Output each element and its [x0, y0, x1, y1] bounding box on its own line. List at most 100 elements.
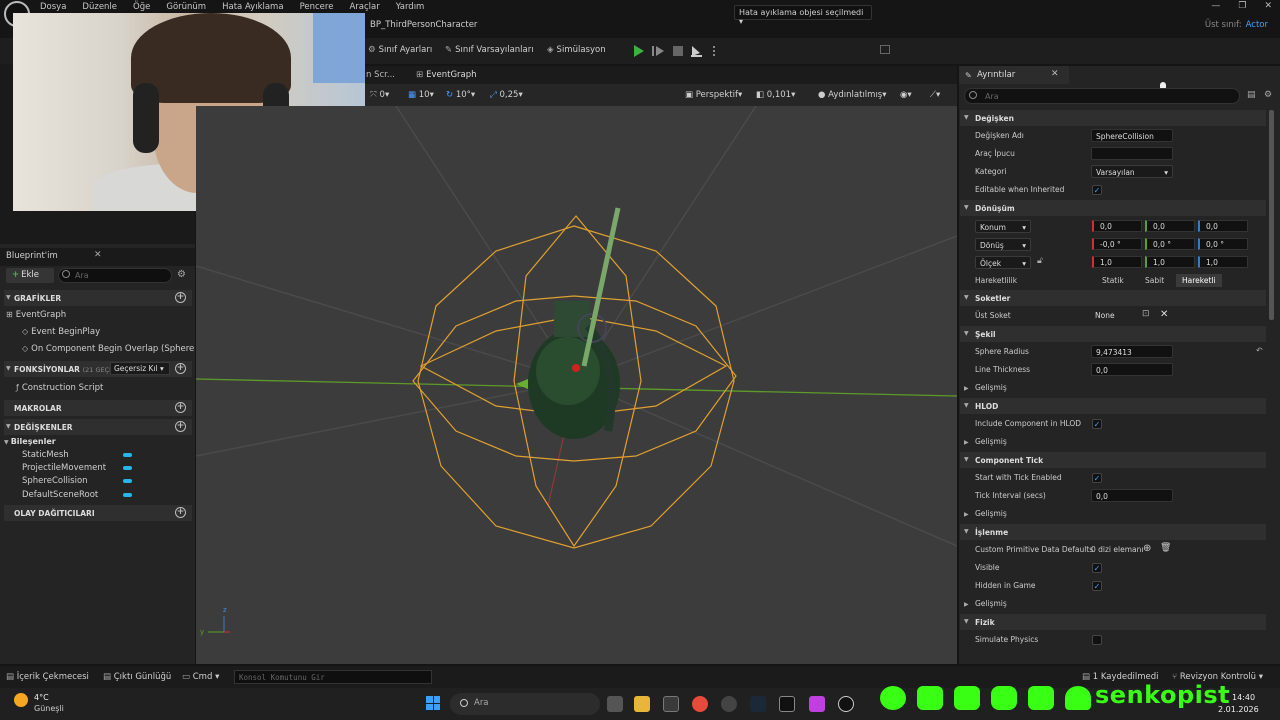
- tab-details[interactable]: Ayrıntılar ✕: [959, 66, 1069, 84]
- graph-item-overlap[interactable]: ◇ On Component Begin Overlap (SphereCol: [22, 344, 194, 354]
- clear-icon[interactable]: ✕: [1160, 309, 1168, 320]
- windows-start-icon[interactable]: [426, 696, 440, 710]
- hlod-advanced-toggle[interactable]: Gelişmiş: [975, 437, 1007, 446]
- menu-tools[interactable]: Araçlar: [349, 2, 379, 12]
- scale-z-field[interactable]: 1,0: [1198, 256, 1248, 268]
- add-dispatcher-icon[interactable]: +: [175, 507, 186, 518]
- section-event-dispatchers[interactable]: OLAY DAĞITICILARI +: [4, 505, 192, 521]
- unreal-taskbar-icon[interactable]: [838, 696, 854, 712]
- section-sockets[interactable]: ▼ Soketler: [960, 290, 1266, 306]
- folder-icon[interactable]: [880, 45, 890, 54]
- start-tick-checkbox[interactable]: ✓: [1092, 473, 1102, 483]
- minimize-icon[interactable]: —: [1211, 1, 1220, 11]
- weather-icon[interactable]: [14, 693, 28, 707]
- variable-projectilemovement[interactable]: ProjectileMovement: [22, 463, 106, 473]
- perspective-button[interactable]: ▣ Perspektif▾: [685, 90, 742, 100]
- class-defaults-button[interactable]: ✎ Sınıf Varsayılanları: [445, 45, 534, 55]
- rotation-y-field[interactable]: 0,0 °: [1145, 238, 1195, 250]
- tooltip-field[interactable]: [1091, 147, 1173, 160]
- components-group[interactable]: ▼ Bileşenler: [4, 437, 56, 446]
- add-button[interactable]: + Ekle: [6, 268, 54, 283]
- variable-spherecollision[interactable]: SphereCollision: [22, 476, 88, 486]
- add-element-icon[interactable]: ⊕: [1143, 543, 1151, 554]
- parent-socket-value[interactable]: None: [1091, 309, 1139, 322]
- epic-games-icon[interactable]: [779, 696, 795, 712]
- output-log-button[interactable]: ▤ Çıktı Günlüğü: [103, 672, 171, 682]
- shape-advanced-toggle[interactable]: Gelişmiş: [975, 383, 1007, 392]
- tick-interval-field[interactable]: 0,0: [1091, 489, 1173, 502]
- hidden-in-game-checkbox[interactable]: ✓: [1092, 581, 1102, 591]
- section-variable[interactable]: ▼ Değişken: [960, 110, 1266, 126]
- class-settings-button[interactable]: ⚙ Sınıf Ayarları: [368, 45, 432, 55]
- details-scrollbar[interactable]: [1269, 110, 1274, 320]
- close-icon[interactable]: ✕: [1264, 1, 1272, 11]
- show-flags-button[interactable]: ◉▾: [900, 90, 912, 100]
- scale-x-field[interactable]: 1,0: [1092, 256, 1142, 268]
- tick-advanced-toggle[interactable]: Gelişmiş: [975, 509, 1007, 518]
- add-macro-icon[interactable]: +: [175, 402, 186, 413]
- settings-icon[interactable]: ⚙: [1264, 90, 1272, 100]
- graph-item-eventgraph[interactable]: ⊞ EventGraph: [6, 310, 66, 320]
- function-item-construction[interactable]: ƒ Construction Script: [16, 383, 103, 393]
- restore-icon[interactable]: ❐: [1238, 1, 1246, 11]
- menu-window[interactable]: Pencere: [300, 2, 334, 12]
- console-input[interactable]: Konsol Komutunu Gir: [234, 670, 432, 684]
- override-dropdown[interactable]: Geçersiz Kıl ▾: [110, 362, 170, 375]
- section-graphs[interactable]: ▼ GRAFİKLER +: [4, 290, 192, 306]
- rotation-snap-button[interactable]: ⤧ 0▾: [370, 90, 389, 100]
- lock-icon[interactable]: 🔓︎: [1037, 256, 1043, 266]
- add-variable-icon[interactable]: +: [175, 421, 186, 432]
- rotation-x-field[interactable]: -0,0 °: [1092, 238, 1142, 250]
- variable-defaultsceneroot[interactable]: DefaultSceneRoot: [22, 490, 98, 500]
- close-icon[interactable]: ✕: [94, 250, 102, 260]
- viewport[interactable]: z y: [196, 106, 957, 664]
- browse-icon[interactable]: ⊡: [1142, 309, 1150, 319]
- add-function-icon[interactable]: +: [175, 363, 186, 374]
- line-thickness-field[interactable]: 0,0: [1091, 363, 1173, 376]
- section-rendering[interactable]: ▼ İşlenme: [960, 524, 1266, 540]
- scale-snap-button[interactable]: ⤢ 0,25▾: [490, 90, 523, 100]
- steam-icon[interactable]: [750, 696, 766, 712]
- scale-dropdown[interactable]: Ölçek ▾: [975, 256, 1031, 269]
- close-icon[interactable]: ✕: [1051, 69, 1059, 79]
- parent-class-link[interactable]: Actor: [1246, 20, 1268, 30]
- section-hlod[interactable]: ▼ HLOD: [960, 398, 1266, 414]
- task-view-icon[interactable]: [607, 696, 623, 712]
- trash-icon[interactable]: 🗑︎: [1160, 543, 1171, 553]
- reset-icon[interactable]: ↶: [1256, 346, 1263, 355]
- chrome-icon[interactable]: [692, 696, 708, 712]
- category-dropdown[interactable]: Varsayılan ▾: [1091, 165, 1173, 178]
- sphere-radius-field[interactable]: 9,473413: [1091, 345, 1173, 358]
- tab-construction-script[interactable]: n Scr...: [366, 70, 395, 80]
- location-y-field[interactable]: 0,0: [1145, 220, 1195, 232]
- content-drawer-button[interactable]: ▤ İçerik Çekmecesi: [6, 672, 89, 682]
- table-view-icon[interactable]: ▤: [1247, 90, 1256, 100]
- editable-inherited-checkbox[interactable]: ✓: [1092, 185, 1102, 195]
- menu-file[interactable]: Dosya: [40, 2, 66, 12]
- section-transform[interactable]: ▼ Dönüşüm: [960, 200, 1266, 216]
- camera-speed-button[interactable]: ◧ 0,101▾: [756, 90, 795, 100]
- scale-y-field[interactable]: 1,0: [1145, 256, 1195, 268]
- obs-icon[interactable]: [721, 696, 737, 712]
- mobility-static[interactable]: Statik: [1102, 276, 1124, 285]
- location-dropdown[interactable]: Konum ▾: [975, 220, 1031, 233]
- variable-name-field[interactable]: SphereCollision: [1091, 129, 1173, 142]
- taskbar-search[interactable]: Ara: [450, 693, 600, 715]
- view-mode-button[interactable]: ● Aydınlatılmış▾: [818, 90, 887, 100]
- grid-snap-button[interactable]: ▦ 10▾: [408, 90, 434, 100]
- tab-my-blueprint[interactable]: Blueprint'im: [6, 251, 58, 261]
- rotation-z-field[interactable]: 0,0 °: [1198, 238, 1248, 250]
- details-search-input[interactable]: Ara: [964, 88, 1240, 104]
- angle-snap-button[interactable]: ↻ 10°▾: [446, 90, 475, 100]
- simulation-button[interactable]: ◈ Simülasyon: [547, 45, 606, 55]
- settings-icon[interactable]: ⚙: [177, 269, 186, 280]
- mobility-stationary[interactable]: Sabit: [1145, 276, 1164, 285]
- rotation-dropdown[interactable]: Dönüş ▾: [975, 238, 1031, 251]
- section-physics[interactable]: ▼ Fizik: [960, 614, 1266, 630]
- variable-staticmesh[interactable]: StaticMesh: [22, 450, 69, 460]
- menu-help[interactable]: Yardım: [396, 2, 425, 12]
- visible-checkbox[interactable]: ✓: [1092, 563, 1102, 573]
- menu-asset[interactable]: Öğe: [133, 2, 150, 12]
- mobility-movable[interactable]: Hareketli: [1176, 274, 1222, 287]
- section-component-tick[interactable]: ▼ Component Tick: [960, 452, 1266, 468]
